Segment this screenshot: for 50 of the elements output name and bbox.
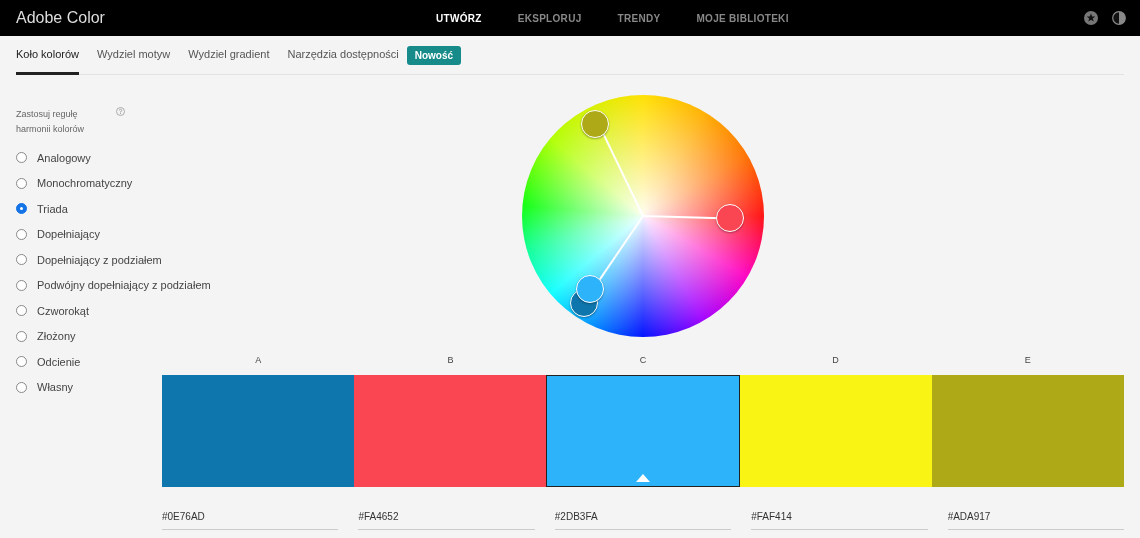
- theme-toggle-icon[interactable]: [1112, 11, 1126, 25]
- option-label: Monochromatyczny: [37, 177, 133, 190]
- color-swatch[interactable]: [740, 375, 932, 487]
- harmony-title: Zastosuj regułę harmonii kolorów: [16, 108, 86, 136]
- tab[interactable]: Wydziel motyw: [97, 36, 171, 75]
- star-badge-icon[interactable]: [1084, 11, 1098, 25]
- option-label: Podwójny dopełniający z podziałem: [37, 279, 211, 292]
- help-icon[interactable]: [116, 107, 125, 116]
- nav-link[interactable]: UTWÓRZ: [436, 12, 482, 24]
- app-title: Adobe Color: [16, 9, 106, 27]
- new-badge[interactable]: Nowość: [406, 45, 462, 65]
- option-label: Własny: [37, 381, 74, 394]
- radio-button[interactable]: [16, 279, 27, 291]
- color-swatch[interactable]: [546, 375, 740, 487]
- option-label: Triada: [37, 202, 68, 215]
- radio-button[interactable]: [16, 177, 27, 189]
- option-label: Złożony: [37, 330, 76, 343]
- color-swatch[interactable]: [162, 375, 354, 487]
- swatch-label: B: [446, 355, 455, 367]
- tab[interactable]: Narzędzia dostępności: [287, 36, 399, 75]
- radio-button[interactable]: [16, 228, 27, 240]
- radio-button[interactable]: [16, 305, 27, 317]
- swatch-label: A: [254, 355, 263, 367]
- tab[interactable]: Wydziel gradient: [188, 36, 270, 75]
- radio-button[interactable]: [16, 356, 27, 368]
- option-label: Czworokąt: [37, 304, 89, 317]
- radio-button[interactable]: [16, 381, 27, 393]
- hex-field[interactable]: #2DB3FA: [554, 507, 732, 530]
- option-label: Dopełniający: [37, 228, 100, 241]
- swatch-label: D: [831, 355, 840, 367]
- hex-field[interactable]: #FA4652: [358, 507, 535, 530]
- hex-field[interactable]: #0E76AD: [162, 507, 339, 530]
- hex-field[interactable]: #ADA917: [947, 507, 1125, 530]
- option-label: Analogowy: [37, 151, 91, 164]
- radio-button[interactable]: [16, 330, 27, 342]
- swatch-label: C: [638, 355, 648, 367]
- hex-field[interactable]: #FAF414: [751, 507, 928, 530]
- option-label: Odcienie: [37, 355, 81, 368]
- color-swatch[interactable]: [932, 375, 1124, 487]
- nav-link[interactable]: MOJE BIBLIOTEKI: [696, 12, 789, 24]
- tab[interactable]: Koło kolorów: [16, 36, 79, 75]
- nav-link[interactable]: TRENDY: [617, 12, 661, 24]
- nav-link[interactable]: EKSPLORUJ: [517, 12, 582, 24]
- selected-caret-icon: [636, 474, 650, 482]
- radio-button[interactable]: [16, 203, 27, 215]
- radio-button[interactable]: [16, 152, 27, 164]
- radio-button[interactable]: [16, 254, 27, 266]
- swatch-label: E: [1023, 355, 1032, 367]
- color-swatch[interactable]: [354, 375, 546, 487]
- option-label: Dopełniający z podziałem: [37, 253, 162, 266]
